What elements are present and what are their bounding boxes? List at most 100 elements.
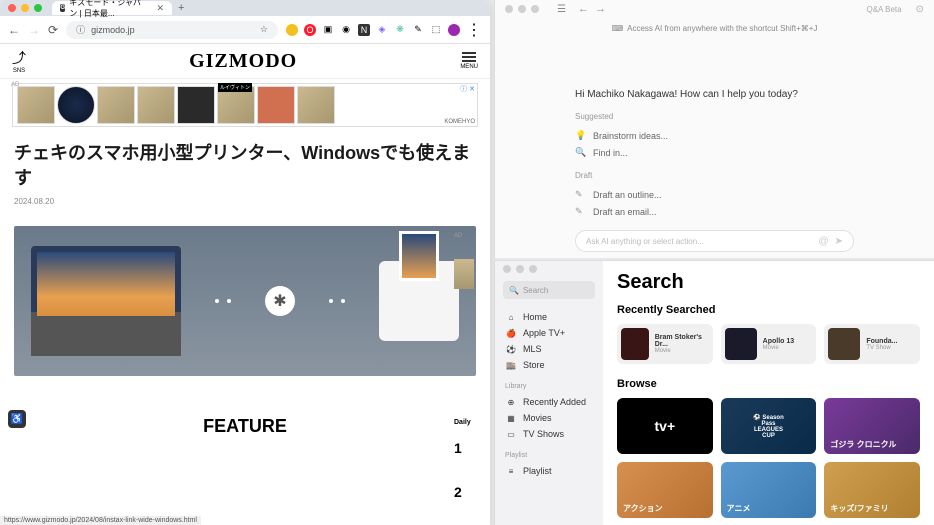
ranking-tab[interactable]: Daily [454,419,484,426]
browse-tile-kids[interactable]: キッズ/ファミリ [824,462,920,518]
extension-icon[interactable]: ✎ [412,24,424,36]
extension-icon[interactable]: N [358,24,370,36]
tv-icon: ▭ [505,429,517,439]
maximize-window[interactable] [531,5,539,13]
extension-icons: O ▣ ◉ N ◈ ❋ ✎ ⬚ ⋮ [286,20,482,40]
forward-button[interactable]: → [595,3,606,15]
ai-assistant-window: ☰ ← → Q&A Beta ⊙ ⌨ Access AI from anywhe… [494,0,934,258]
search-result-card[interactable]: Founda...TV Show [824,324,920,364]
sidebar-ad-thumb[interactable] [454,259,474,289]
new-tab-button[interactable]: + [178,2,184,14]
suggestion-brainstorm[interactable]: 💡 Brainstorm ideas... [575,127,854,144]
rank-number[interactable]: 2 [454,470,484,514]
window-controls[interactable] [8,4,42,12]
minimize-window[interactable] [516,265,524,273]
search-result-card[interactable]: Apollo 13Movie [721,324,817,364]
window-controls[interactable] [503,265,537,273]
browse-tile-action[interactable]: アクション [617,462,713,518]
nav-tv-shows[interactable]: ▭TV Shows [503,426,595,442]
article: チェキのスマホ用小型プリンター、Windowsでも使えます 2024.08.20 [0,131,490,216]
browse-tile-leagues-cup[interactable]: ⚽ SeasonPassLEAGUESCUP [721,398,817,454]
send-icon[interactable]: ➤ [835,236,843,247]
at-icon[interactable]: @ [818,236,828,247]
menu-label: MENU [460,64,478,70]
settings-icon[interactable]: ⊙ [916,4,924,15]
sidebar-toggle-icon[interactable]: ☰ [557,4,566,15]
url-text: gizmodo.jp [91,25,135,35]
bookmark-star-icon[interactable]: ☆ [260,24,268,35]
shortcut-hint: ⌨ Access AI from anywhere with the short… [495,18,934,39]
maximize-window[interactable] [529,265,537,273]
extension-icon[interactable]: ❋ [394,24,406,36]
extension-icon[interactable]: ◈ [376,24,388,36]
extension-icon[interactable] [286,24,298,36]
profile-avatar[interactable] [448,24,460,36]
close-tab-icon[interactable]: ✕ [156,3,164,14]
ad-thumb[interactable] [57,86,95,124]
ad-close-icon[interactable]: ⓘ ✕ [460,84,475,94]
browser-tab[interactable]: G ギズモード・ジャパン | 日本最... ✕ [52,1,172,15]
extension-icon[interactable]: O [304,24,316,36]
site-logo[interactable]: GIZMODO [189,50,297,73]
pencil-icon: ✎ [575,189,585,200]
address-bar[interactable]: ⓘ gizmodo.jp ☆ [66,21,278,39]
site-info-icon[interactable]: ⓘ [76,23,85,36]
chrome-menu-icon[interactable]: ⋮ [466,20,482,40]
nav-recently-added[interactable]: ⊕Recently Added [503,394,595,410]
share-button[interactable]: ⤴ SNS [12,48,26,74]
suggestion-find[interactable]: 🔍 Find in... [575,144,854,161]
minimize-window[interactable] [518,5,526,13]
menu-button[interactable]: MENU [460,52,478,70]
ad-thumb[interactable] [177,86,215,124]
ad-banner[interactable]: AD ルイヴィトン ⓘ ✕ KOMEHYO [12,83,478,127]
maximize-window[interactable] [34,4,42,12]
search-result-card[interactable]: Bram Stoker's Dr...Movie [617,324,713,364]
site-header: ⤴ SNS GIZMODO MENU [0,44,490,79]
search-input[interactable]: 🔍 Search [503,281,595,299]
nav-store[interactable]: 🏬Store [503,357,595,373]
rank-number[interactable]: 3 [454,514,484,525]
browse-tile-anime[interactable]: アニメ [721,462,817,518]
nav-home[interactable]: ⌂Home [503,309,595,325]
browse-tile-apple-tv[interactable]: tv+ [617,398,713,454]
draft-outline[interactable]: ✎ Draft an outline... [575,186,854,203]
accessibility-button[interactable]: ♿ [8,410,26,428]
share-label: SNS [13,68,25,74]
ai-greeting: Hi Machiko Nakagawa! How can I help you … [575,89,854,100]
feature-heading: FEATURE [0,406,490,447]
back-button[interactable]: ← [8,23,20,37]
suggested-label: Suggested [575,112,854,121]
ad-thumb[interactable] [97,86,135,124]
home-icon: ⌂ [505,312,517,322]
nav-movies[interactable]: ▦Movies [503,410,595,426]
ranking-numbers: 1 2 3 4 [454,426,484,525]
draft-email[interactable]: ✎ Draft an email... [575,203,854,220]
ad-thumb[interactable] [297,86,335,124]
reload-button[interactable]: ⟳ [48,23,58,37]
ad-thumb[interactable] [17,86,55,124]
close-window[interactable] [8,4,16,12]
bluetooth-icon: ✱ [265,286,295,316]
ad-thumb[interactable] [137,86,175,124]
nav-mls[interactable]: ⚽MLS [503,341,595,357]
forward-button[interactable]: → [28,23,40,37]
close-window[interactable] [505,5,513,13]
chrome-window: G ギズモード・ジャパン | 日本最... ✕ + ← → ⟳ ⓘ gizmod… [0,0,490,525]
ai-input[interactable]: Ask AI anything or select action... @ ➤ [575,230,854,252]
browse-tile-godzilla[interactable]: ゴジラ クロニクル [824,398,920,454]
back-button[interactable]: ← [578,3,589,15]
extensions-menu-icon[interactable]: ⬚ [430,24,442,36]
extension-icon[interactable]: ▣ [322,24,334,36]
rank-number[interactable]: 1 [454,426,484,470]
window-controls[interactable] [505,5,539,13]
minimize-window[interactable] [21,4,29,12]
nav-playlist[interactable]: ≡Playlist [503,463,595,479]
ad-thumb[interactable]: ルイヴィトン [217,86,255,124]
lightbulb-icon: 💡 [575,130,585,141]
ad-thumb[interactable] [257,86,295,124]
extension-icon[interactable]: ◉ [340,24,352,36]
search-icon: 🔍 [509,286,519,295]
recently-searched-heading: Recently Searched [617,304,920,316]
close-window[interactable] [503,265,511,273]
nav-apple-tv-plus[interactable]: 🍎Apple TV+ [503,325,595,341]
